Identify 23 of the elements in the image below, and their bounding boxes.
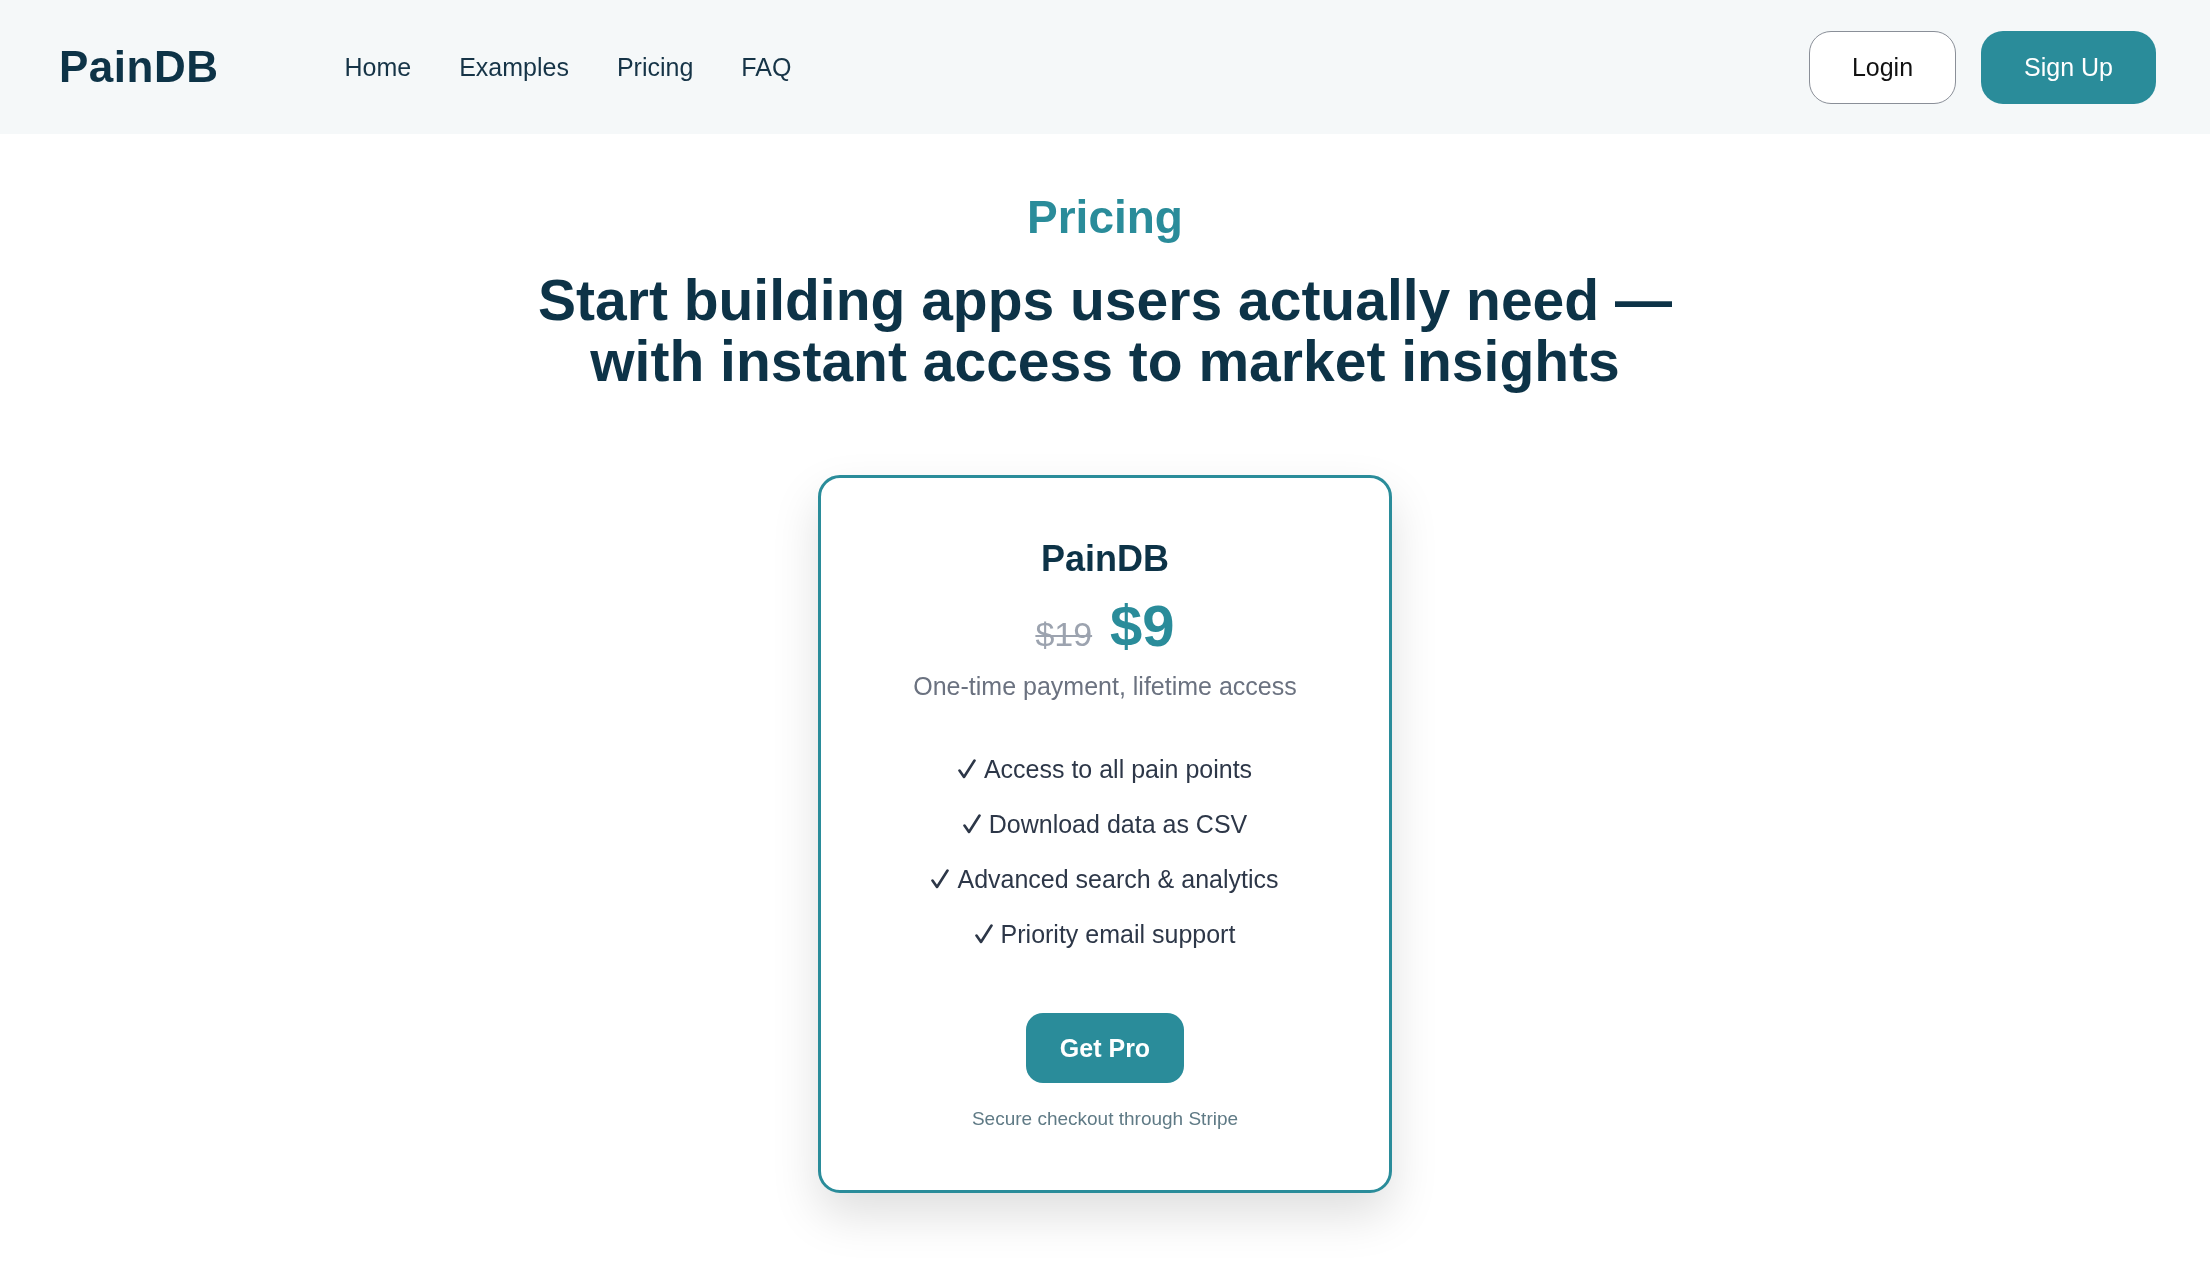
check-icon (957, 759, 976, 779)
check-icon (931, 869, 950, 889)
nav-link[interactable]: Pricing (616, 52, 694, 82)
section-label: Pricing (1027, 190, 1183, 245)
logo[interactable]: PainDB (59, 42, 219, 92)
nav-link[interactable]: Home (344, 52, 412, 82)
nav-link[interactable]: FAQ (741, 52, 792, 82)
sign-up-button[interactable]: Sign Up (1981, 30, 2156, 104)
feature-text: Download data as CSV (988, 809, 1248, 839)
check-icon (962, 814, 981, 834)
feature-text: Advanced search & analytics (957, 864, 1279, 894)
feature-text: Access to all pain points (983, 754, 1253, 784)
price: $9 (1110, 592, 1175, 660)
plan-name: PainDB (1041, 537, 1169, 581)
nav-link[interactable]: Examples (459, 52, 569, 82)
headline: Start building apps users actually need — with instant access to market insights (537, 270, 1673, 392)
get-pro-button[interactable]: Get Pro (1026, 1013, 1184, 1083)
checkout-note: Secure checkout through Stripe (971, 1107, 1239, 1130)
check-icon (974, 924, 993, 944)
feature-text: Priority email support (1000, 919, 1236, 949)
login-button[interactable]: Login (1808, 30, 1957, 104)
original-price: $19 (1035, 615, 1093, 654)
billing-note: One-time payment, lifetime access (913, 671, 1297, 701)
